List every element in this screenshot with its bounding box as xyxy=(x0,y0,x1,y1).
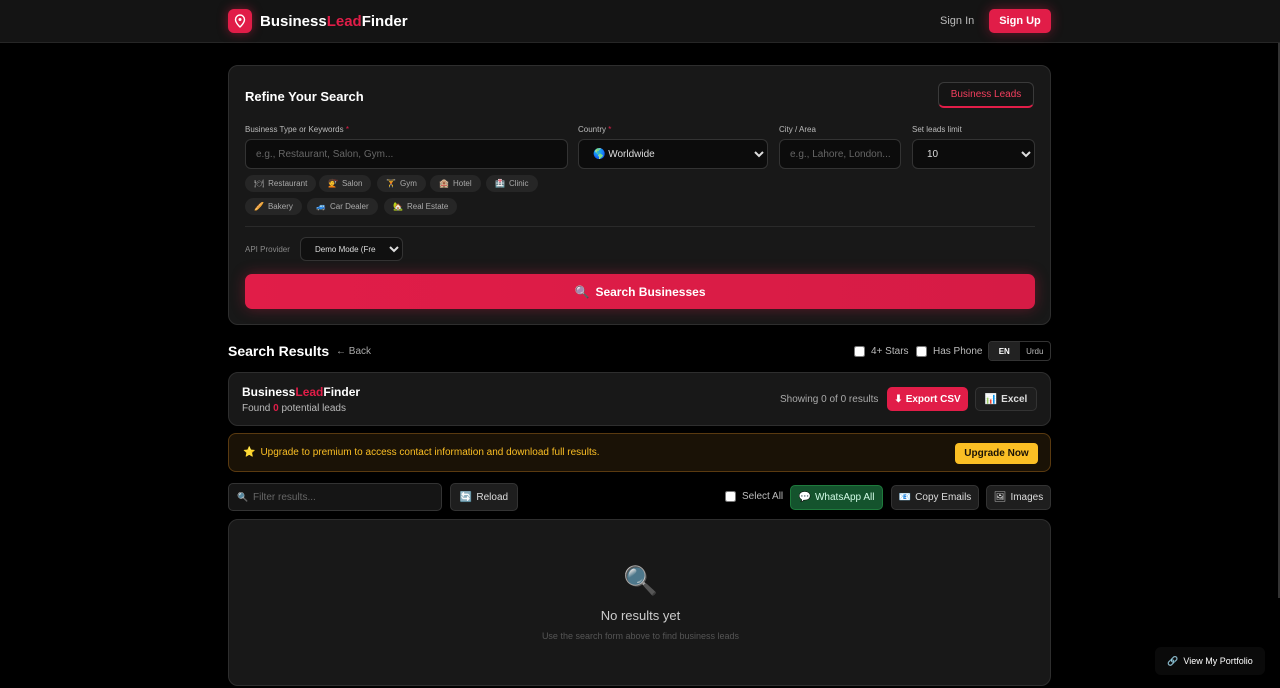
showing-count: Showing 0 of 0 results xyxy=(780,394,879,405)
results-brand: BusinessLeadFinder xyxy=(242,385,361,399)
chart-icon: 📊 xyxy=(984,393,998,405)
empty-subtitle: Use the search form above to find busine… xyxy=(541,631,740,641)
chip-clinic[interactable]: 🏥 Clinic xyxy=(486,175,538,192)
refine-title: Refine Your Search xyxy=(245,89,364,104)
email-icon: 📧 xyxy=(898,492,912,503)
filter-search-icon: 🔍 xyxy=(237,492,249,502)
excel-button[interactable]: 📊 Excel xyxy=(975,387,1037,411)
lang-urdu-button[interactable]: Urdu xyxy=(1020,342,1051,360)
chat-icon: 💬 xyxy=(798,492,811,503)
api-provider-label: API Provider xyxy=(245,245,290,254)
copy-emails-button[interactable]: 📧 Copy Emails xyxy=(891,485,979,510)
salon-icon: 💇 xyxy=(328,179,338,188)
filter-results-input[interactable] xyxy=(228,483,442,511)
lang-en-button[interactable]: EN xyxy=(989,342,1020,360)
back-link[interactable]: ← Back xyxy=(336,346,371,357)
bakery-icon: 🥖 xyxy=(254,202,264,211)
chip-gym[interactable]: 🏋 Gym xyxy=(377,175,426,192)
upgrade-banner: ⭐ Upgrade to premium to access contact in… xyxy=(228,433,1051,472)
filter-4-stars[interactable]: 4+ Stars xyxy=(854,346,909,357)
whatsapp-all-button[interactable]: 💬 WhatsApp All xyxy=(790,485,883,510)
chip-real-estate[interactable]: 🏡 Real Estate xyxy=(384,198,458,215)
stars-checkbox[interactable] xyxy=(854,346,865,357)
city-input[interactable] xyxy=(779,139,901,169)
logo[interactable]: BusinessLeadFinder xyxy=(228,9,408,33)
search-results-title: Search Results xyxy=(228,343,330,359)
business-type-label: Business Type or Keywords * xyxy=(245,125,349,134)
house-icon: 🏡 xyxy=(393,202,403,211)
restaurant-icon: 🍽 xyxy=(254,179,265,188)
chip-salon[interactable]: 💇 Salon xyxy=(319,175,372,192)
brand-name: BusinessLeadFinder xyxy=(260,12,408,30)
image-icon: 🖼 xyxy=(993,492,1007,503)
divider xyxy=(245,226,1035,227)
business-type-input[interactable] xyxy=(245,139,568,169)
link-icon: 🔗 xyxy=(1167,655,1179,666)
upgrade-text: ⭐ Upgrade to premium to access contact in… xyxy=(243,447,600,458)
chip-bakery[interactable]: 🥖 Bakery xyxy=(245,198,302,215)
filter-has-phone[interactable]: Has Phone xyxy=(916,346,982,357)
results-summary-bar: BusinessLeadFinder Found 0 potential lea… xyxy=(228,372,1051,426)
top-navbar: BusinessLeadFinder Sign In Sign Up xyxy=(0,0,1280,43)
refine-search-panel: Refine Your Search Business Leads Busine… xyxy=(228,65,1051,325)
view-portfolio-button[interactable]: 🔗 View My Portfolio xyxy=(1155,647,1265,675)
search-icon: 🔍 xyxy=(574,284,590,299)
export-csv-button[interactable]: ⬇ Export CSV xyxy=(887,387,968,411)
chip-car-dealer[interactable]: 🚙 Car Dealer xyxy=(307,198,378,215)
car-icon: 🚙 xyxy=(316,202,326,211)
country-label: Country * xyxy=(578,125,612,134)
empty-results-panel: 🔍 No results yet Use the search form abo… xyxy=(228,519,1051,686)
empty-title: No results yet xyxy=(600,608,681,623)
chip-hotel[interactable]: 🏨 Hotel xyxy=(430,175,481,192)
hotel-icon: 🏨 xyxy=(439,179,449,188)
phone-checkbox[interactable] xyxy=(916,346,927,357)
limit-select[interactable]: 10 xyxy=(912,139,1035,169)
map-pin-icon xyxy=(228,9,252,33)
country-select[interactable]: 🌎 Worldwide xyxy=(578,139,768,169)
tab-business-leads[interactable]: Business Leads xyxy=(938,82,1034,108)
magnifier-icon: 🔍 xyxy=(623,565,658,596)
select-all[interactable]: Select All xyxy=(725,491,783,502)
select-all-checkbox[interactable] xyxy=(725,491,736,502)
upgrade-now-button[interactable]: Upgrade Now xyxy=(955,443,1038,464)
images-button[interactable]: 🖼 Images xyxy=(986,485,1051,510)
gym-icon: 🏋 xyxy=(386,179,396,188)
city-label: City / Area xyxy=(779,125,816,134)
api-provider-select[interactable]: Demo Mode (Free) xyxy=(300,237,403,261)
reload-button[interactable]: 🔄 Reload xyxy=(450,483,518,511)
download-icon: ⬇ xyxy=(894,393,903,405)
language-toggle: EN Urdu xyxy=(988,341,1051,361)
sign-up-button[interactable]: Sign Up xyxy=(989,9,1051,33)
search-businesses-button[interactable]: 🔍 Search Businesses xyxy=(245,274,1035,309)
clinic-icon: 🏥 xyxy=(495,179,505,188)
limit-label: Set leads limit xyxy=(912,125,962,134)
star-icon: ⭐ xyxy=(243,447,256,458)
chip-restaurant[interactable]: 🍽 Restaurant xyxy=(245,175,317,192)
found-count: Found 0 potential leads xyxy=(242,403,346,414)
reload-icon: 🔄 xyxy=(459,491,473,503)
sign-in-link[interactable]: Sign In xyxy=(940,15,974,27)
